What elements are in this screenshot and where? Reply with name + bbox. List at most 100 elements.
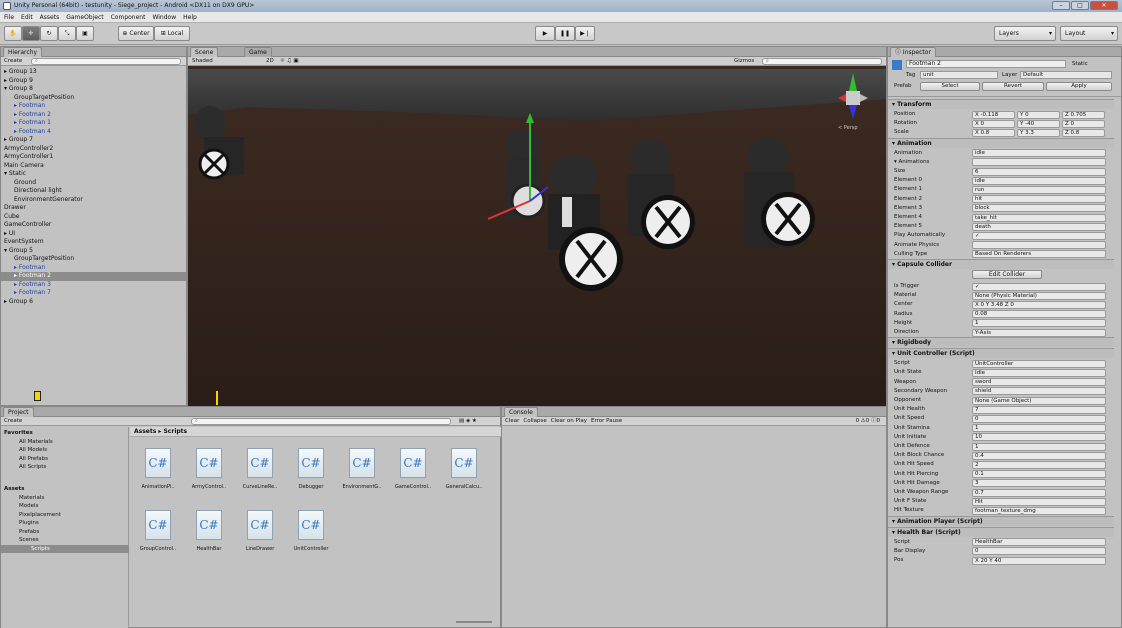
maximize-button[interactable]: □ — [1071, 1, 1089, 10]
menu-assets[interactable]: Assets — [40, 14, 60, 21]
unit-value-field[interactable]: 7 — [972, 405, 1106, 414]
hierarchy-item[interactable]: EnvironmentGenerator — [1, 196, 186, 205]
transform-axis-field[interactable]: Y 0 — [1017, 110, 1060, 119]
capsule-value-field[interactable]: X 0 Y 3.48 Z 0 — [972, 300, 1106, 309]
animation-value-field[interactable]: run — [972, 185, 1106, 194]
capsule-value-field[interactable]: None (Physic Material) — [972, 291, 1106, 300]
unit-controller-component[interactable]: ▾ Unit Controller (Script) — [888, 348, 1114, 359]
favorites-item[interactable]: All Models — [19, 446, 47, 455]
script-asset[interactable]: C# GeneralCalcu.. — [440, 448, 488, 496]
favorites-item[interactable]: All Scripts — [19, 463, 46, 472]
script-asset[interactable]: C# EnvironmentG.. — [338, 448, 386, 496]
script-asset[interactable]: C# GroupControl.. — [134, 510, 182, 558]
healthbar-value-field[interactable]: X 20 Y 40 — [972, 556, 1106, 565]
hierarchy-search-input[interactable]: ⌕ — [31, 58, 181, 65]
animation-value-field[interactable]: death — [972, 222, 1106, 231]
hierarchy-item[interactable]: GroupTargetPosition — [1, 255, 186, 264]
prefab-select-button[interactable]: Select — [920, 82, 980, 91]
asset-folder-item[interactable]: Prefabs — [19, 528, 39, 537]
menu-gameobject[interactable]: GameObject — [66, 14, 103, 21]
hierarchy-item[interactable]: ▸ Footman 4 — [1, 128, 186, 137]
hierarchy-item[interactable]: ▸ Footman 3 — [1, 281, 186, 290]
minimize-button[interactable]: – — [1052, 1, 1070, 10]
rotate-tool-button[interactable]: ↻ — [40, 26, 58, 41]
hand-tool-button[interactable]: ✋ — [4, 26, 22, 41]
tab-hierarchy[interactable]: Hierarchy — [3, 47, 43, 57]
capsule-value-field[interactable]: ✓ — [972, 282, 1106, 291]
animation-component[interactable]: ▾ Animation — [888, 137, 1114, 148]
hierarchy-item[interactable]: ▸ Footman — [1, 264, 186, 273]
transform-axis-field[interactable]: Y 3.3 — [1017, 128, 1060, 137]
scale-tool-button[interactable]: ⤡ — [58, 26, 76, 41]
animation-value-field[interactable]: idle — [972, 176, 1106, 185]
hierarchy-item[interactable]: ▾ Group 8 — [1, 85, 186, 94]
gizmos-dropdown[interactable]: Gizmos — [734, 58, 754, 64]
hierarchy-item[interactable]: ▸ Group 7 — [1, 136, 186, 145]
scene-search-input[interactable]: ⌕ — [762, 58, 882, 65]
hierarchy-item[interactable]: Main Camera — [1, 162, 186, 171]
console-clear-button[interactable]: Clear — [505, 417, 519, 425]
prefab-apply-button[interactable]: Apply — [1046, 82, 1112, 91]
layer-dropdown[interactable]: Default — [1020, 71, 1112, 79]
hierarchy-item[interactable]: Cube — [1, 213, 186, 222]
animation-value-field[interactable]: take_hit — [972, 213, 1106, 222]
object-name-field[interactable]: Footman 2 — [906, 60, 1066, 68]
hierarchy-item[interactable]: Directional light — [1, 187, 186, 196]
menu-edit[interactable]: Edit — [21, 14, 33, 21]
animation-value-field[interactable]: hit — [972, 195, 1106, 204]
asset-folder-item[interactable]: Pixelplacement — [19, 511, 61, 520]
error-count[interactable]: 0 — [877, 418, 881, 424]
menu-file[interactable]: File — [4, 14, 14, 21]
unit-value-field[interactable]: 10 — [972, 433, 1106, 442]
hierarchy-item[interactable]: ▾ Static — [1, 170, 186, 179]
transform-component[interactable]: ▾ Transform — [888, 99, 1114, 109]
script-asset[interactable]: C# AnimationPl.. — [134, 448, 182, 496]
transform-axis-field[interactable]: Z 0.8 — [1062, 128, 1105, 137]
hierarchy-item[interactable]: ArmyController1 — [1, 153, 186, 162]
asset-folder-item[interactable]: Plugins — [19, 519, 39, 528]
warning-count[interactable]: 0 — [866, 418, 870, 424]
project-search-input[interactable]: ⌕ — [191, 418, 451, 425]
animation-value-field[interactable] — [972, 241, 1106, 250]
hierarchy-item[interactable]: ▸ Footman 7 — [1, 289, 186, 298]
asset-folder-item[interactable]: Scripts — [1, 544, 129, 553]
tab-game[interactable]: Game — [244, 47, 272, 57]
hierarchy-item[interactable]: EventSystem — [1, 238, 186, 247]
play-button[interactable]: ▶ — [535, 26, 555, 41]
animation-value-field[interactable]: idle — [972, 149, 1106, 158]
menu-component[interactable]: Component — [111, 14, 146, 21]
tag-dropdown[interactable]: unit — [920, 71, 998, 79]
step-button[interactable]: ▶❘ — [575, 26, 595, 41]
favorites-header[interactable]: Favorites — [4, 429, 33, 438]
transform-axis-field[interactable]: Z 0.705 — [1062, 110, 1105, 119]
layers-dropdown[interactable]: Layers ▾ — [994, 26, 1056, 41]
unit-value-field[interactable]: 0.1 — [972, 470, 1106, 479]
unit-value-field[interactable]: 2 — [972, 460, 1106, 469]
rect-tool-button[interactable]: ▣ — [76, 26, 94, 41]
script-asset[interactable]: C# ArmyControl.. — [185, 448, 233, 496]
rigidbody-component[interactable]: ▾ Rigidbody — [888, 337, 1114, 348]
animation-value-field[interactable]: ✓ — [972, 231, 1106, 240]
layout-dropdown[interactable]: Layout ▾ — [1060, 26, 1118, 41]
hierarchy-item[interactable]: GameController — [1, 221, 186, 230]
hierarchy-item[interactable]: ▸ Group 6 — [1, 298, 186, 307]
close-button[interactable]: ✕ — [1090, 1, 1118, 10]
unit-value-field[interactable]: 0 — [972, 414, 1106, 423]
asset-folder-item[interactable]: Models — [19, 502, 38, 511]
console-error-pause-button[interactable]: Error Pause — [591, 417, 622, 425]
transform-axis-field[interactable]: X 0.8 — [972, 128, 1015, 137]
script-asset[interactable]: C# LineDrawer — [236, 510, 284, 558]
lighting-icon[interactable]: ☼ ♫ ▣ — [280, 58, 299, 64]
animation-value-field[interactable]: block — [972, 204, 1106, 213]
pivot-center-button[interactable]: ⊕ Center — [118, 26, 154, 41]
create-dropdown[interactable]: Create — [4, 58, 22, 64]
unit-value-field[interactable]: 1 — [972, 442, 1106, 451]
console-collapse-button[interactable]: Collapse — [523, 417, 546, 425]
favorites-item[interactable]: All Materials — [19, 438, 53, 447]
tab-inspector[interactable]: ⓘ Inspector — [890, 47, 936, 57]
unit-value-field[interactable]: None (Game Object) — [972, 396, 1106, 405]
transform-axis-field[interactable]: X -0.118 — [972, 110, 1015, 119]
move-tool-button[interactable]: ✛ — [22, 26, 40, 41]
script-asset[interactable]: C# CurveLineRe.. — [236, 448, 284, 496]
animation-player-component[interactable]: ▾ Animation Player (Script) — [888, 515, 1114, 526]
